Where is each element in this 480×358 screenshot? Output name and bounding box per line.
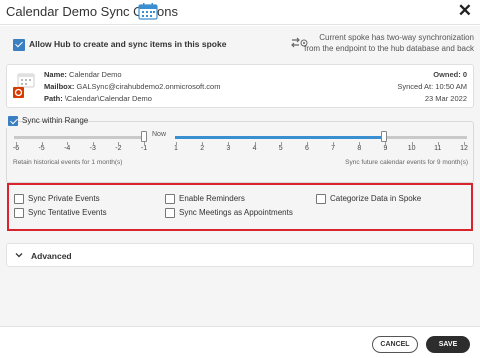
calendar-icon (138, 3, 158, 20)
range-tick-label: 6 (304, 145, 309, 152)
range-tick-label: 10 (407, 145, 416, 152)
sync-meetings-as-appointments-checkbox[interactable] (165, 208, 175, 218)
range-tick-label: 3 (226, 145, 231, 152)
range-tick-label: 8 (357, 145, 362, 152)
range-tick-label: 9 (383, 145, 388, 152)
sync-private-events-label: Sync Private Events (28, 194, 100, 203)
spoke-path-row: Path: \Calendar\Calendar Demo (44, 94, 152, 103)
enable-reminders-label: Enable Reminders (179, 194, 245, 203)
synced-at-date: 23 Mar 2022 (424, 94, 467, 103)
range-tick-label: 11 (434, 145, 442, 152)
dialog-body: Allow Hub to create and sync items in th… (0, 26, 480, 326)
owned-count: Owned: 0 (433, 70, 467, 79)
event-options-group: Sync Private Events Enable Reminders Cat… (7, 183, 473, 231)
past-range-handle[interactable] (141, 131, 147, 142)
allow-hub-checkbox[interactable] (13, 39, 25, 51)
range-tick-label: 1 (174, 145, 178, 152)
categorize-data-label: Categorize Data in Spoke (330, 194, 422, 203)
range-tick-label: 12 (460, 145, 468, 152)
range-tick-label: -3 (89, 145, 96, 152)
sync-tentative-events-label: Sync Tentative Events (28, 208, 107, 217)
range-tick-label: -2 (115, 145, 122, 152)
sync-range-legend: Sync within Range (6, 114, 88, 128)
name-label: Name: (44, 70, 67, 79)
sync-options-dialog: Calendar Demo Sync Options ✕ Allow Hub t… (0, 0, 480, 358)
sync-note-line-1: Current spoke has two-way synchronizatio… (319, 33, 474, 42)
sync-range-checkbox[interactable] (8, 116, 18, 126)
future-sync-text: Sync future calendar events for 9 month(… (345, 159, 468, 166)
spoke-name-row: Name: Calendar Demo (44, 70, 122, 79)
dialog-titlebar: Calendar Demo Sync Options ✕ (0, 0, 480, 25)
now-marker-label: Now (152, 131, 167, 138)
past-range-track[interactable] (14, 136, 147, 139)
range-tick-label: 4 (252, 145, 257, 152)
advanced-section-toggle[interactable]: Advanced (6, 243, 474, 267)
range-tick-label: 7 (331, 145, 336, 152)
future-range-handle[interactable] (381, 131, 387, 142)
path-label: Path: (44, 94, 63, 103)
range-tick-label: -5 (38, 145, 45, 152)
range-tick-label: -6 (12, 145, 20, 152)
allow-hub-label: Allow Hub to create and sync items in th… (29, 39, 227, 49)
spoke-name-value: Calendar Demo (69, 70, 122, 79)
sync-range-label: Sync within Range (22, 116, 89, 125)
sync-note-line-2: from the endpoint to the hub database an… (304, 44, 474, 53)
future-range-track-active[interactable] (175, 136, 387, 139)
enable-reminders-checkbox[interactable] (165, 194, 175, 204)
mailbox-label: Mailbox: (44, 82, 75, 91)
sync-meetings-as-appointments-label: Sync Meetings as Appointments (179, 208, 293, 217)
synced-at-time: Synced At: 10:50 AM (397, 82, 467, 91)
retain-history-text: Retain historical events for 1 month(s) (13, 159, 123, 166)
sync-private-events-checkbox[interactable] (14, 194, 24, 204)
range-tick-label: 2 (200, 145, 205, 152)
sync-range-group (6, 121, 474, 183)
save-button[interactable]: SAVE (426, 336, 470, 353)
advanced-label: Advanced (31, 251, 72, 261)
outlook-calendar-icon (13, 73, 35, 98)
chevron-down-icon (15, 253, 23, 258)
spoke-path-value: \Calendar\Calendar Demo (64, 94, 152, 103)
spoke-mailbox-row: Mailbox: GALSync@cirahubdemo2.onmicrosof… (44, 82, 220, 91)
categorize-data-checkbox[interactable] (316, 194, 326, 204)
close-icon[interactable]: ✕ (458, 1, 472, 21)
range-tick-label: 5 (278, 145, 283, 152)
sync-direction-note: Current spoke has two-way synchronizatio… (294, 32, 474, 54)
future-range-track-inactive[interactable] (387, 136, 467, 139)
range-tick-label: -1 (140, 145, 148, 152)
spoke-info-card: Name: Calendar Demo Mailbox: GALSync@cir… (6, 64, 474, 108)
cancel-button[interactable]: CANCEL (372, 336, 418, 353)
range-tick-label: -4 (64, 145, 71, 152)
spoke-mailbox-value: GALSync@cirahubdemo2.onmicrosoft.com (76, 82, 221, 91)
sync-tentative-events-checkbox[interactable] (14, 208, 24, 218)
dialog-footer: CANCEL SAVE (0, 326, 480, 358)
